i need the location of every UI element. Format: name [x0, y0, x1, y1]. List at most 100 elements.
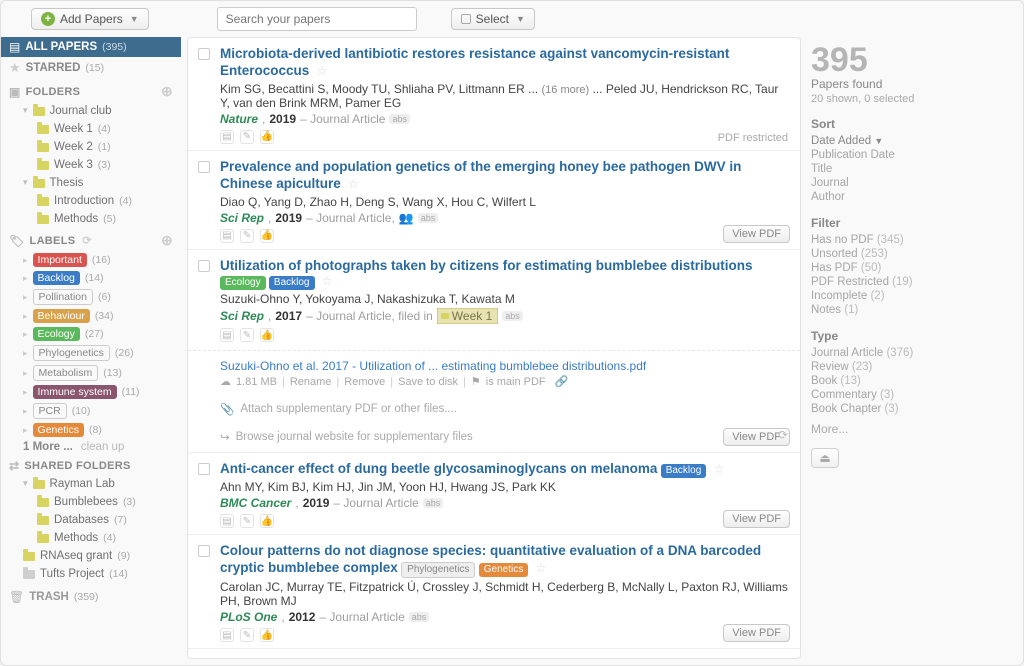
sort-item[interactable]: Date Added ▼ [811, 134, 1009, 148]
sidebar-label-item[interactable]: ▸Behaviour(34) [1, 307, 181, 325]
like-icon[interactable]: 👍 [260, 328, 274, 342]
pdf-save[interactable]: Save to disk [398, 376, 458, 388]
add-folder-button[interactable]: ⊕ [161, 83, 173, 100]
link-icon[interactable]: 🔗 [555, 375, 569, 388]
sidebar-shared-tufts[interactable]: Tufts Project(14) [1, 565, 181, 583]
sidebar-label-item[interactable]: ▸Genetics(8) [1, 421, 181, 439]
sidebar-folder-journal-club[interactable]: ▾ Journal club [1, 102, 181, 120]
search-input[interactable] [217, 7, 417, 31]
star-icon[interactable]: ☆ [322, 274, 333, 288]
sidebar-shared-rayman[interactable]: ▾ Rayman Lab [1, 475, 181, 493]
pdf-filename[interactable]: Suzuki-Ohno et al. 2017 - Utilization of… [220, 359, 788, 373]
select-button[interactable]: Select ▼ [451, 8, 535, 30]
pdf-rename[interactable]: Rename [290, 376, 332, 388]
filter-item[interactable]: Incomplete (2) [811, 289, 1009, 303]
upload-button[interactable]: ⏏ [811, 448, 839, 468]
star-icon[interactable]: ☆ [317, 64, 328, 78]
sidebar-all-papers[interactable]: ▤ ALL PAPERS (395) [1, 37, 181, 57]
note-icon[interactable]: ▤ [220, 130, 234, 144]
sidebar-trash[interactable]: 🗑 TRASH (359) [1, 587, 181, 607]
edit-icon[interactable]: ✎ [240, 130, 254, 144]
filter-item[interactable]: PDF Restricted (19) [811, 275, 1009, 289]
like-icon[interactable]: 👍 [260, 130, 274, 144]
sidebar-label-item[interactable]: ▸Metabolism(13) [1, 363, 181, 383]
type-item[interactable]: Review (23) [811, 360, 1009, 374]
sidebar-starred[interactable]: ★ STARRED (15) [1, 57, 181, 79]
note-icon[interactable]: ▤ [220, 328, 234, 342]
sort-item[interactable]: Title [811, 162, 1009, 176]
edit-icon[interactable]: ✎ [240, 328, 254, 342]
sidebar-folder-week2[interactable]: Week 2(1) [1, 138, 181, 156]
filter-item[interactable]: Notes (1) [811, 303, 1009, 317]
paper-item[interactable]: Anti-cancer effect of dung beetle glycos… [188, 453, 800, 535]
paper-item[interactable]: Microbiota-derived lantibiotic restores … [188, 38, 800, 151]
sidebar-label-item[interactable]: ▸Important(16) [1, 251, 181, 269]
sort-item[interactable]: Publication Date [811, 148, 1009, 162]
paper-title[interactable]: Microbiota-derived lantibiotic restores … [220, 46, 729, 78]
refresh-icon[interactable]: ⟳ [778, 428, 788, 442]
type-item[interactable]: Book Chapter (3) [811, 402, 1009, 416]
paper-folder-tag[interactable]: Week 1 [437, 308, 498, 324]
paper-list[interactable]: Microbiota-derived lantibiotic restores … [188, 38, 800, 658]
sidebar-shared-bumblebees[interactable]: Bumblebees(3) [1, 493, 181, 511]
edit-icon[interactable]: ✎ [240, 628, 254, 642]
refresh-labels-icon[interactable]: ⟳ [82, 234, 92, 247]
paper-title[interactable]: Discovery of peptide probes to modulate … [220, 657, 705, 658]
edit-icon[interactable]: ✎ [240, 229, 254, 243]
note-icon[interactable]: ▤ [220, 229, 234, 243]
like-icon[interactable]: 👍 [260, 229, 274, 243]
note-icon[interactable]: ▤ [220, 628, 234, 642]
sidebar-shared-methods[interactable]: Methods(4) [1, 529, 181, 547]
sidebar-folder-introduction[interactable]: Introduction(4) [1, 192, 181, 210]
star-icon[interactable]: ☆ [714, 462, 725, 476]
sidebar-folder-methods[interactable]: Methods(5) [1, 210, 181, 228]
paper-checkbox[interactable] [198, 161, 210, 173]
sort-item[interactable]: Journal [811, 176, 1009, 190]
sidebar-label-item[interactable]: ▸Ecology(27) [1, 325, 181, 343]
note-icon[interactable]: ▤ [220, 514, 234, 528]
sidebar-label-item[interactable]: ▸Immune system(11) [1, 383, 181, 401]
filter-item[interactable]: Unsorted (253) [811, 247, 1009, 261]
paper-item[interactable]: Discovery of peptide probes to modulate … [188, 649, 800, 658]
edit-icon[interactable]: ✎ [240, 514, 254, 528]
sidebar-label-item[interactable]: ▸Backlog(14) [1, 269, 181, 287]
type-item[interactable]: Book (13) [811, 374, 1009, 388]
paper-checkbox[interactable] [198, 48, 210, 60]
pdf-remove[interactable]: Remove [344, 376, 385, 388]
sidebar-shared-rnaseq[interactable]: RNAseq grant(9) [1, 547, 181, 565]
view-pdf-button[interactable]: View PDF [723, 510, 790, 528]
sidebar-labels-more[interactable]: 1 More ... clean up [1, 439, 181, 455]
sort-item[interactable]: Author [811, 190, 1009, 204]
browse-hint[interactable]: ↪Browse journal website for supplementar… [220, 430, 788, 444]
filter-item[interactable]: Has PDF (50) [811, 261, 1009, 275]
paper-title[interactable]: Prevalence and population genetics of th… [220, 159, 741, 191]
like-icon[interactable]: 👍 [260, 514, 274, 528]
paper-title[interactable]: Anti-cancer effect of dung beetle glycos… [220, 461, 657, 476]
sidebar-folder-week3[interactable]: Week 3(3) [1, 156, 181, 174]
paper-checkbox[interactable] [198, 545, 210, 557]
sidebar-label-item[interactable]: ▸Pollination(6) [1, 287, 181, 307]
more-authors[interactable]: (16 more) [541, 84, 589, 96]
add-papers-button[interactable]: + Add Papers ▼ [31, 8, 149, 30]
paper-title[interactable]: Utilization of photographs taken by citi… [220, 258, 753, 273]
star-icon[interactable]: ☆ [348, 177, 359, 191]
paper-checkbox[interactable] [198, 463, 210, 475]
sidebar-shared-databases[interactable]: Databases(7) [1, 511, 181, 529]
sidebar-folder-thesis[interactable]: ▾ Thesis [1, 174, 181, 192]
view-pdf-button[interactable]: View PDF [723, 624, 790, 642]
paper-item[interactable]: Prevalence and population genetics of th… [188, 151, 800, 250]
paper-item[interactable]: Utilization of photographs taken by citi… [188, 250, 800, 454]
view-pdf-button[interactable]: View PDF [723, 225, 790, 243]
sidebar-label-item[interactable]: ▸Phylogenetics(26) [1, 343, 181, 363]
star-icon[interactable]: ☆ [536, 561, 547, 575]
like-icon[interactable]: 👍 [260, 628, 274, 642]
type-item[interactable]: Commentary (3) [811, 388, 1009, 402]
paper-item[interactable]: Colour patterns do not diagnose species:… [188, 535, 800, 649]
more-types-link[interactable]: More... [811, 422, 1009, 436]
sidebar-label-item[interactable]: ▸PCR(10) [1, 401, 181, 421]
type-item[interactable]: Journal Article (376) [811, 346, 1009, 360]
filter-item[interactable]: Has no PDF (345) [811, 233, 1009, 247]
sidebar-folder-week1[interactable]: Week 1(4) [1, 120, 181, 138]
paper-checkbox[interactable] [198, 260, 210, 272]
labels-cleanup-link[interactable]: clean up [81, 441, 124, 453]
